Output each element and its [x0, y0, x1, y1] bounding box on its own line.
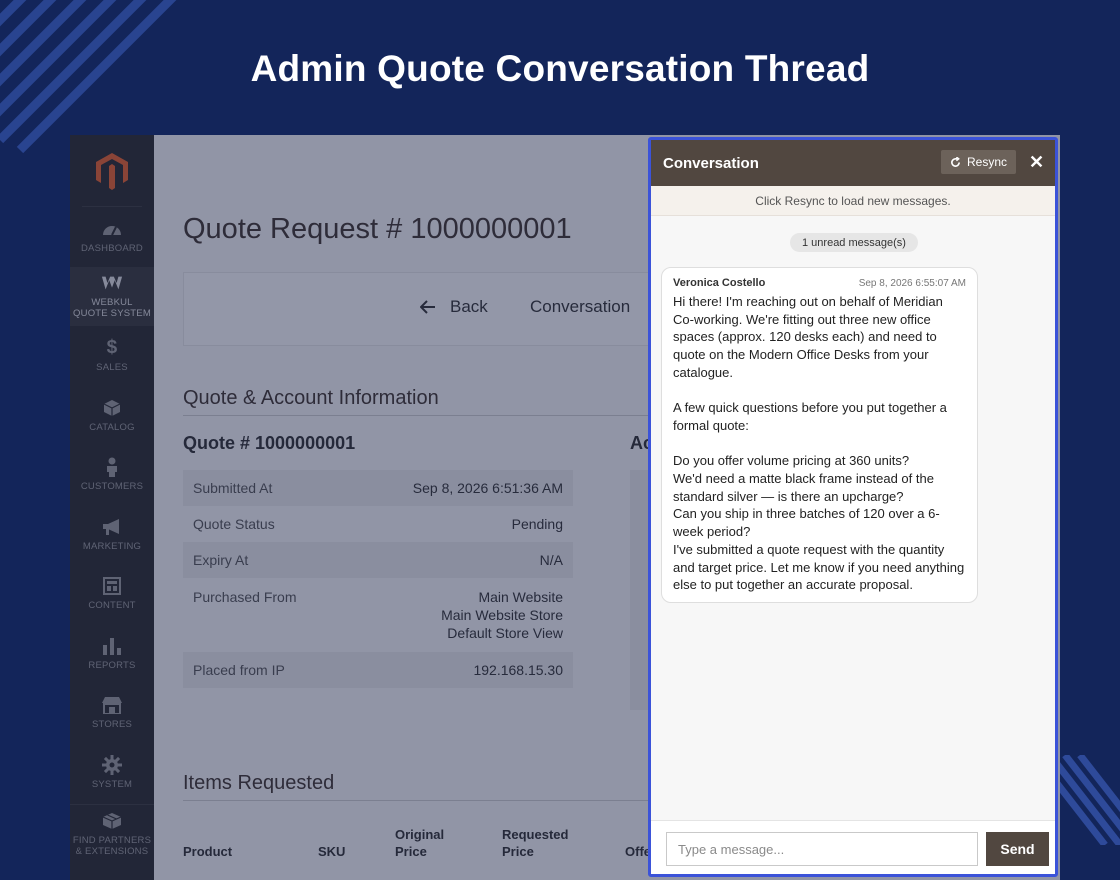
unread-count-badge: 1 unread message(s)	[790, 233, 918, 252]
message-bubble: Veronica Costello Sep 8, 2026 6:55:07 AM…	[661, 267, 978, 603]
message-input[interactable]	[666, 832, 978, 866]
message-list[interactable]: 1 unread message(s) Veronica Costello Se…	[651, 216, 1055, 820]
conversation-panel: Conversation Resync ✕ Click Resync to lo…	[648, 137, 1058, 877]
message-header: Veronica Costello Sep 8, 2026 6:55:07 AM	[673, 277, 966, 289]
close-icon[interactable]: ✕	[1029, 152, 1044, 172]
message-sender: Veronica Costello	[673, 277, 766, 289]
message-composer: Send	[651, 820, 1055, 874]
message-timestamp: Sep 8, 2026 6:55:07 AM	[858, 278, 966, 289]
message-body: Hi there! I'm reaching out on behalf of …	[673, 294, 965, 593]
send-button[interactable]: Send	[986, 832, 1049, 866]
decorative-stripes-bottom	[1050, 755, 1120, 845]
conversation-title: Conversation	[663, 154, 759, 172]
refresh-icon	[951, 156, 960, 167]
resync-hint: Click Resync to load new messages.	[651, 186, 1055, 216]
banner-title: Admin Quote Conversation Thread	[250, 48, 870, 89]
conversation-header: Conversation Resync ✕	[651, 140, 1055, 186]
resync-button-label: Resync	[967, 155, 1008, 169]
resync-button[interactable]: Resync	[941, 150, 1017, 174]
